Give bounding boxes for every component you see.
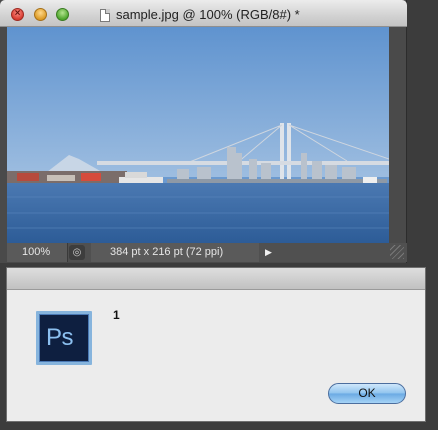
photoshop-icon-tile: Ps — [39, 314, 89, 362]
photoshop-app-icon: Ps — [36, 311, 92, 365]
alert-dialog: Ps 1 OK — [6, 267, 426, 422]
photo-bay-bridge-skyline — [7, 27, 389, 243]
dialog-titlebar[interactable] — [7, 268, 425, 290]
photoshop-icon-text: Ps — [46, 324, 74, 351]
close-icon: × — [14, 8, 21, 19]
document-proxy-icon[interactable] — [100, 9, 110, 22]
document-info: 384 pt x 216 pt (72 ppi) — [91, 243, 259, 262]
ok-button[interactable]: OK — [328, 383, 406, 404]
document-titlebar[interactable]: × sample.jpg @ 100% (RGB/8#) * — [0, 0, 407, 27]
status-bar: 100% ◎ 384 pt x 216 pt (72 ppi) ▶ — [7, 243, 407, 262]
zoom-level-field[interactable]: 100% — [7, 243, 68, 262]
resize-grip-icon[interactable] — [390, 245, 404, 259]
document-title: sample.jpg @ 100% (RGB/8#) * — [116, 7, 300, 22]
alert-message: 1 — [113, 308, 120, 322]
status-menu-icon[interactable]: ◎ — [69, 245, 85, 260]
image-canvas[interactable] — [7, 27, 389, 243]
minimize-button[interactable] — [34, 8, 47, 21]
play-icon[interactable]: ▶ — [260, 243, 277, 262]
zoom-button[interactable] — [56, 8, 69, 21]
document-window: × sample.jpg @ 100% (RGB/8#) * 100% ◎ 38… — [0, 0, 407, 263]
close-button[interactable]: × — [11, 8, 24, 21]
